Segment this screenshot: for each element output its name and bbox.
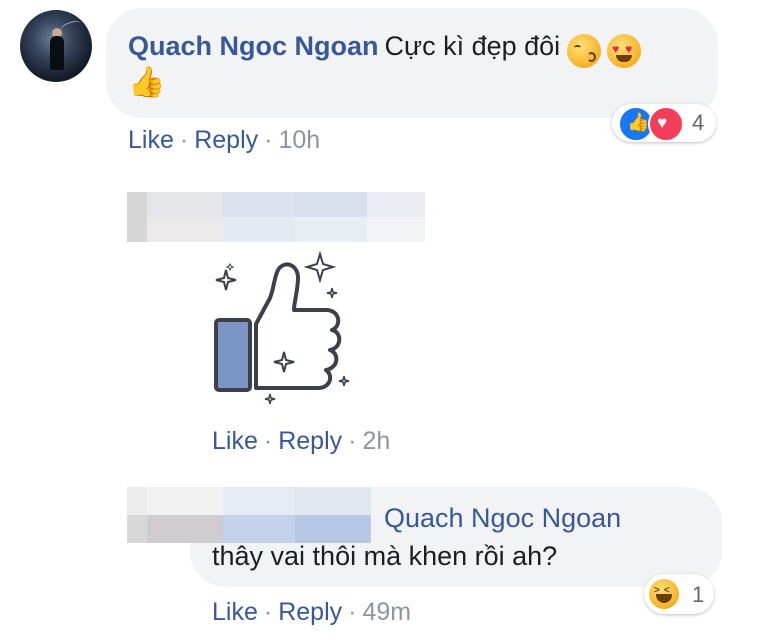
reply-mention-link[interactable]: Quach Ngoc Ngoan [384,503,621,534]
separator: · [348,598,357,626]
comment-line: Quach Ngoc Ngoan Cực kì đẹp đôi ♥ ♥ [128,28,642,69]
sparkle-icon [326,287,338,299]
reply-link[interactable]: Reply [194,126,258,154]
blurred-author-name [127,192,425,242]
blurred-reply-author [127,487,371,543]
timestamp[interactable]: 10h [278,126,320,154]
timestamp[interactable]: 2h [362,427,390,455]
reaction-count: 4 [692,110,705,135]
face-blowing-kiss-icon [566,33,601,68]
thumbs-up-sparkle-sticker[interactable] [208,250,358,410]
separator: · [264,126,273,154]
love-reaction-icon: ♥ [648,106,684,142]
separator: · [348,427,357,455]
separator: · [263,427,273,455]
reaction-count: 1 [692,582,705,607]
reply-actions: Like · Reply · 49m [212,598,411,627]
sticker-reply-actions: Like · Reply · 2h [212,427,390,456]
sparkle-icon [215,269,237,291]
commenter-avatar[interactable] [20,10,92,82]
avatar-signature-graphic [58,18,84,37]
like-link[interactable]: Like [212,598,258,626]
sticker-hand [254,262,342,390]
sparkle-icon [264,393,276,405]
reply-link[interactable]: Reply [278,427,342,455]
haha-reaction-icon: >< [649,579,679,609]
comment-author-link[interactable]: Quach Ngoc Ngoan [128,31,379,61]
comment-actions: Like · Reply · 10h [128,126,320,155]
thumbs-up-icon: 👍 [128,66,166,99]
like-link[interactable]: Like [212,427,258,455]
timestamp[interactable]: 49m [362,598,411,626]
separator: · [263,598,273,626]
sticker-cuff [214,318,252,392]
sparkle-icon [338,375,350,387]
avatar-figure-body [50,36,64,70]
reply-text: thây vai thôi mà khen rồi ah? [212,541,558,571]
sparkle-icon [303,250,337,284]
separator: · [179,126,189,154]
heart-eyes-icon: ♥ ♥ [607,33,642,68]
reply-link[interactable]: Reply [278,598,342,626]
like-link[interactable]: Like [128,126,174,154]
comment-text: Cực kì đẹp đôi [384,31,561,61]
sparkle-icon [225,262,235,272]
